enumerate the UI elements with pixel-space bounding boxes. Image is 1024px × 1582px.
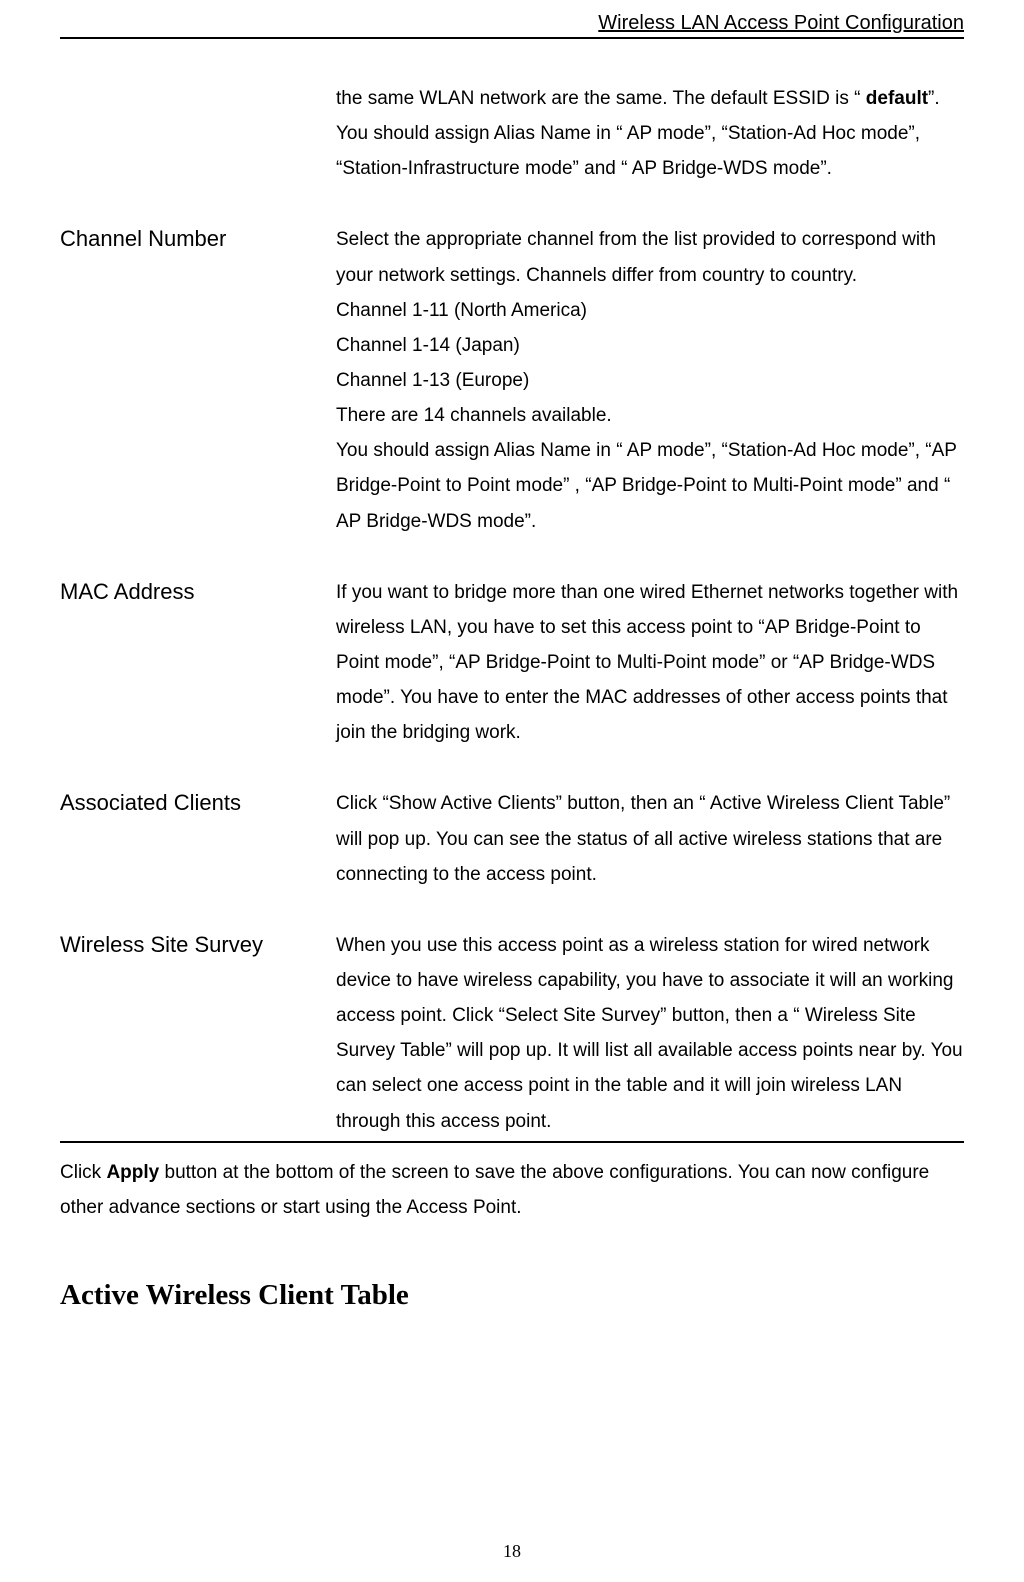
row-label bbox=[60, 81, 336, 186]
row-label: Wireless Site Survey bbox=[60, 928, 336, 1139]
footer-text-bold: Apply bbox=[106, 1162, 159, 1183]
desc-text-bold: default bbox=[866, 88, 928, 109]
footer-text-after: button at the bottom of the screen to sa… bbox=[60, 1162, 929, 1218]
page-number: 18 bbox=[0, 1541, 1024, 1562]
row-label: Associated Clients bbox=[60, 786, 336, 891]
row-label: MAC Address bbox=[60, 575, 336, 751]
desc-text-before: the same WLAN network are the same. The … bbox=[336, 88, 866, 109]
row-description: If you want to bridge more than one wire… bbox=[336, 575, 964, 751]
footer-note: Click Apply button at the bottom of the … bbox=[60, 1155, 964, 1225]
table-row: Wireless Site Survey When you use this a… bbox=[60, 928, 964, 1139]
table-row: Channel Number Select the appropriate ch… bbox=[60, 222, 964, 538]
table-row: MAC Address If you want to bridge more t… bbox=[60, 575, 964, 751]
row-description: Select the appropriate channel from the … bbox=[336, 222, 964, 538]
table-row: the same WLAN network are the same. The … bbox=[60, 81, 964, 186]
section-heading: Active Wireless Client Table bbox=[60, 1279, 964, 1312]
table-row: Associated Clients Click “Show Active Cl… bbox=[60, 786, 964, 891]
definition-table: the same WLAN network are the same. The … bbox=[60, 81, 964, 1143]
row-description: Click “Show Active Clients” button, then… bbox=[336, 786, 964, 891]
row-description: the same WLAN network are the same. The … bbox=[336, 81, 964, 186]
row-label: Channel Number bbox=[60, 222, 336, 538]
page-header: Wireless LAN Access Point Configuration bbox=[60, 0, 964, 39]
footer-text-before: Click bbox=[60, 1162, 106, 1183]
row-description: When you use this access point as a wire… bbox=[336, 928, 964, 1139]
